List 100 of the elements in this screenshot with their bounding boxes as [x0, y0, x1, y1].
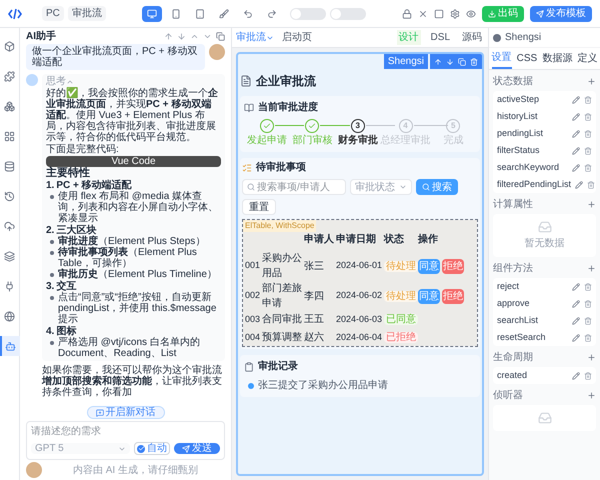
edit-icon[interactable] [572, 96, 580, 104]
feature-point: 审批进度（Element Plus Steps） [58, 236, 206, 247]
delete-icon[interactable] [584, 316, 592, 324]
search-field[interactable]: 搜索事项/申请人 [242, 179, 346, 195]
list-item[interactable]: searchList [497, 314, 568, 328]
list-item[interactable]: searchKeyword [497, 160, 568, 174]
feature-title: 交互 [56, 281, 76, 292]
feature-point: 使用 flex 布局和 @media 媒体查询，列表和内容在小屏自动小字体、紧凑显示 [58, 191, 219, 224]
copy-icon[interactable] [216, 32, 225, 40]
arrow-down-icon[interactable] [177, 32, 186, 40]
breadcrumb-item[interactable]: 审批流 [68, 6, 106, 21]
reset-button[interactable]: 重置 [242, 199, 276, 215]
edit-icon[interactable] [572, 164, 580, 172]
layers-icon [4, 250, 15, 262]
card-title: 待审批事项 [256, 160, 306, 175]
robot-icon [5, 340, 16, 352]
tablet-icon [194, 8, 205, 18]
delete-icon[interactable] [584, 164, 592, 172]
mode-tab[interactable]: 源码 [460, 30, 484, 45]
arrow-up-icon [434, 58, 442, 66]
list-number: 2. [46, 225, 54, 236]
edit-icon[interactable] [572, 282, 580, 290]
table-cell-text: 赵六 [304, 330, 325, 345]
toolbar-button[interactable] [142, 6, 162, 22]
eye-icon[interactable] [466, 8, 476, 18]
auto-checkbox[interactable]: 自动 [134, 442, 170, 455]
edit-icon[interactable] [572, 300, 580, 308]
table-cell-text: 001 [245, 259, 260, 272]
add-icon[interactable] [587, 200, 596, 209]
delete-icon[interactable] [584, 146, 592, 154]
mode-tab[interactable]: DSL [428, 30, 452, 45]
status-tag: 待处理 [384, 290, 418, 302]
document-icon [240, 75, 252, 87]
add-icon[interactable] [587, 353, 596, 362]
chevron-down-icon [399, 183, 407, 191]
delete-icon[interactable] [584, 282, 592, 290]
page-tab[interactable]: 审批流 [236, 30, 274, 45]
composer-box[interactable]: 请描述您的需求 GPT 5 自动 发送 [26, 421, 225, 460]
table-cell-text: 004 [245, 330, 260, 344]
toggle-switch[interactable] [290, 8, 326, 20]
section-title: 计算属性 [493, 198, 533, 212]
undo-icon [242, 8, 253, 18]
prompt-input[interactable]: 请描述您的需求 [31, 426, 220, 438]
delete-icon[interactable] [587, 180, 596, 188]
feature-point: 严格选用 @vtj/icons 白名单内的 Document、Reading、List [58, 337, 201, 359]
component-badge[interactable]: Shengsi [384, 54, 428, 69]
edit-icon[interactable] [572, 130, 580, 138]
delete-icon[interactable] [584, 300, 592, 308]
inspector-tab[interactable]: 定义 [577, 48, 598, 69]
inspector-tab[interactable]: CSS [516, 48, 538, 69]
list-item[interactable]: pendingList [497, 126, 568, 140]
list-item[interactable]: reject [497, 280, 568, 294]
column-header: 状态 [384, 232, 405, 247]
edit-icon[interactable] [572, 112, 580, 120]
delete-icon[interactable] [584, 96, 592, 104]
table-cell-text: 部门差旅申请 [262, 282, 302, 311]
page-title: 企业审批流 [256, 73, 316, 90]
list-item[interactable]: activeStep [497, 92, 568, 106]
edit-icon[interactable] [572, 316, 580, 324]
edit-icon[interactable] [575, 180, 584, 188]
boxes-icon [4, 100, 15, 112]
code-block-bar[interactable]: Vue Code [46, 156, 221, 167]
square-icon[interactable] [434, 8, 444, 18]
delete-icon[interactable] [584, 334, 592, 342]
send-button[interactable]: 发送 [174, 443, 220, 454]
list-item[interactable]: approve [497, 296, 568, 310]
add-icon[interactable] [587, 77, 596, 86]
lock-icon[interactable] [402, 8, 412, 18]
settings-icon[interactable] [450, 8, 460, 18]
edit-icon[interactable] [572, 372, 580, 380]
arrow-up-icon[interactable] [164, 32, 173, 40]
component-name: Shengsi [505, 31, 542, 45]
reply-paragraph: 如果你需要，我还可以帮你为这个审批流增加顶部搜索和筛选功能，让审批列表支持条件查询，你看加 [40, 365, 223, 398]
sidebar-tool-button[interactable] [0, 336, 20, 356]
toggle-switch[interactable] [330, 8, 366, 20]
add-icon[interactable] [587, 391, 596, 400]
edit-icon[interactable] [572, 146, 580, 154]
inspector-tab[interactable]: 数据源 [542, 48, 572, 69]
section-heading: 主要特性 [46, 168, 91, 179]
history-icon [4, 190, 15, 202]
bot-avatar [26, 74, 38, 86]
reply-paragraph: 好的✅，我会按照你的需求生成一个企业审批流页面，并实现PC + 移动双端适配。使用 Vue3 + Element Plus 布局，内容包含待审批列表、审批进度展示等，符合你的低代码平台规范。 [46, 88, 219, 143]
trash-icon [470, 58, 478, 66]
breadcrumb-item[interactable]: PC [42, 6, 64, 21]
list-item[interactable]: resetSearch [497, 330, 568, 344]
edit-icon[interactable] [572, 334, 580, 342]
selection-toolbar[interactable] [430, 54, 482, 69]
table-cell-text: 王五 [304, 313, 325, 328]
search-icon [422, 183, 430, 191]
list-item[interactable]: filterStatus [497, 144, 568, 158]
close-icon[interactable] [418, 8, 428, 18]
delete-icon[interactable] [584, 372, 592, 380]
list-item[interactable]: filteredPendingList [497, 178, 572, 192]
add-icon[interactable] [587, 264, 596, 273]
page-tab[interactable]: 启动页 [282, 30, 312, 45]
delete-icon[interactable] [584, 112, 592, 120]
empty-icon [538, 411, 552, 425]
publish-button[interactable]: 发布模板 [530, 6, 592, 22]
delete-icon[interactable] [584, 130, 592, 138]
list-item[interactable]: historyList [497, 110, 568, 124]
